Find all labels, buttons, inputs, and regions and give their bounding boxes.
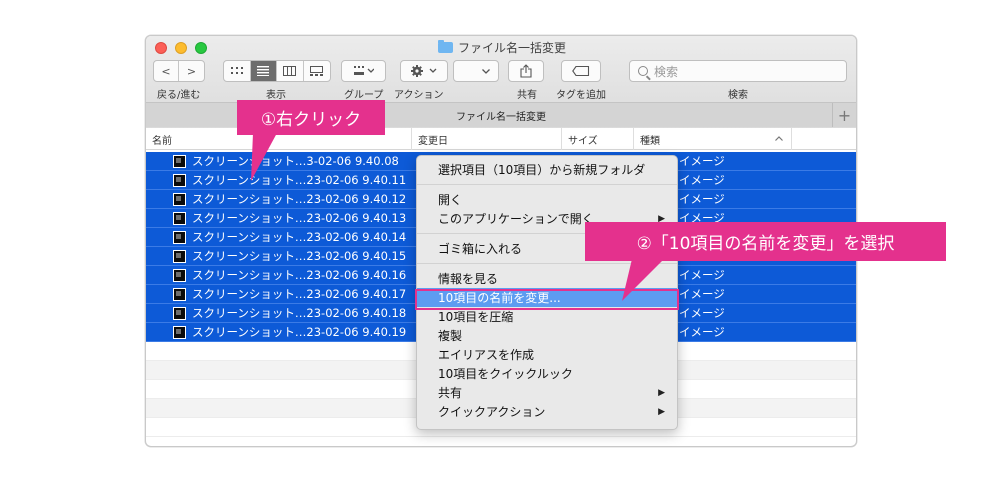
file-kind: イメージ — [679, 268, 725, 282]
file-name: スクリーンショット…23-02-06 9.40.11 — [192, 173, 407, 187]
menu-item-quick-actions-label: クイックアクション — [438, 405, 546, 419]
share-button[interactable] — [508, 60, 544, 82]
column-kind-label: 種類 — [640, 135, 660, 147]
image-thumbnail-icon — [173, 326, 186, 339]
back-forward-control: < > — [153, 60, 205, 82]
group-label: グループ — [344, 90, 384, 101]
group-icon — [353, 66, 374, 75]
zoom-window-button[interactable] — [195, 42, 207, 54]
image-thumbnail-icon — [173, 288, 186, 301]
menu-item-open[interactable]: 開く — [417, 190, 677, 209]
file-name: スクリーンショット…23-02-06 9.40.13 — [192, 211, 407, 225]
tab-current[interactable]: ファイル名一括変更 — [456, 108, 546, 123]
submenu-arrow-icon: ▶ — [658, 406, 665, 417]
file-kind: イメージ — [679, 287, 725, 301]
menu-item-new-folder[interactable]: 選択項目（10項目）から新規フォルダ — [417, 160, 677, 179]
share-label: 共有 — [517, 90, 537, 101]
window-title-text: ファイル名一括変更 — [458, 40, 567, 55]
search-placeholder: 検索 — [654, 64, 679, 79]
search-label: 検索 — [728, 90, 748, 101]
menu-item-share-label: 共有 — [438, 386, 463, 400]
menu-item-duplicate[interactable]: 複製 — [417, 326, 677, 345]
image-thumbnail-icon — [173, 307, 186, 320]
file-name: スクリーンショット…23-02-06 9.40.15 — [192, 249, 407, 263]
window-title: ファイル名一括変更 — [438, 39, 566, 55]
column-kind[interactable]: 種類 — [634, 128, 792, 150]
menu-item-open-with-label: このアプリケーションで開く — [438, 212, 594, 226]
image-thumbnail-icon — [173, 212, 186, 225]
file-kind: イメージ — [679, 306, 725, 320]
image-thumbnail-icon — [173, 269, 186, 282]
tag-label: タグを追加 — [556, 90, 606, 101]
group-button[interactable] — [341, 60, 386, 82]
column-size[interactable]: サイズ — [562, 128, 634, 150]
file-name: スクリーンショット…23-02-06 9.40.14 — [192, 230, 407, 244]
file-name: スクリーンショット…23-02-06 9.40.18 — [192, 306, 407, 320]
action-button[interactable] — [400, 60, 448, 82]
search-input[interactable]: 検索 — [629, 60, 847, 82]
file-name: スクリーンショット…23-02-06 9.40.17 — [192, 287, 407, 301]
menu-item-make-alias[interactable]: エイリアスを作成 — [417, 345, 677, 364]
image-thumbnail-icon — [173, 231, 186, 244]
back-button[interactable]: < — [154, 61, 180, 81]
file-name: スクリーンショット…23-02-06 9.40.12 — [192, 192, 407, 206]
action-label: アクション — [394, 90, 444, 101]
file-kind: イメージ — [679, 192, 725, 206]
search-icon — [638, 66, 648, 76]
file-kind: イメージ — [679, 154, 725, 168]
file-name: スクリーンショット…23-02-06 9.40.19 — [192, 325, 407, 339]
menu-item-quick-look[interactable]: 10項目をクイックルック — [417, 364, 677, 383]
tag-button[interactable] — [561, 60, 601, 82]
callout-pointer-1 — [251, 133, 277, 181]
image-thumbnail-icon — [173, 174, 186, 187]
minimize-window-button[interactable] — [175, 42, 187, 54]
column-view-icon[interactable] — [277, 61, 304, 81]
forward-button[interactable]: > — [179, 61, 204, 81]
file-name: スクリーンショット…3-02-06 9.40.08 — [192, 154, 399, 168]
view-label: 表示 — [266, 90, 286, 101]
new-tab-button[interactable]: + — [832, 103, 856, 127]
nav-label: 戻る/進む — [157, 90, 201, 101]
image-thumbnail-icon — [173, 155, 186, 168]
list-view-icon[interactable] — [250, 61, 277, 81]
gear-icon — [411, 65, 437, 77]
callout-right-click: ①右クリック — [237, 100, 385, 135]
folder-icon — [438, 39, 453, 53]
file-kind: イメージ — [679, 173, 725, 187]
view-mode-control — [223, 60, 331, 82]
menu-separator — [417, 184, 677, 185]
submenu-arrow-icon: ▶ — [658, 387, 665, 398]
image-thumbnail-icon — [173, 250, 186, 263]
file-kind: イメージ — [679, 325, 725, 339]
share-icon — [520, 64, 532, 78]
file-name: スクリーンショット…23-02-06 9.40.16 — [192, 268, 407, 282]
menu-item-quick-actions[interactable]: クイックアクション ▶ — [417, 402, 677, 421]
icon-view-icon[interactable] — [224, 61, 251, 81]
chevron-down-icon — [482, 68, 490, 74]
arrange-dropdown[interactable] — [453, 60, 499, 82]
callout-pointer-2 — [622, 259, 664, 301]
sort-chevron-icon — [775, 136, 783, 141]
callout-select-rename: ②「10項目の名前を変更」を選択 — [585, 222, 946, 261]
image-thumbnail-icon — [173, 193, 186, 206]
tag-icon — [572, 66, 590, 76]
menu-item-share[interactable]: 共有 ▶ — [417, 383, 677, 402]
close-window-button[interactable] — [155, 42, 167, 54]
column-modified[interactable]: 変更日 — [412, 128, 562, 150]
gallery-view-icon[interactable] — [304, 61, 330, 81]
